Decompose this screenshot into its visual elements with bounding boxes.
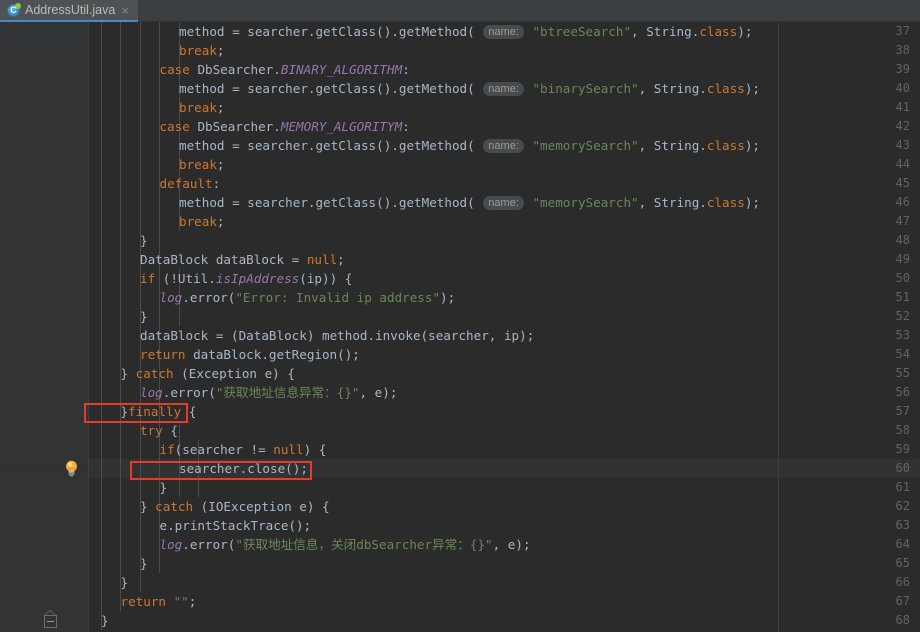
close-icon[interactable]: ×	[120, 4, 130, 17]
code-line[interactable]: dataBlock = (DataBlock) method.invoke(se…	[140, 326, 534, 345]
code-line[interactable]: method = searcher.getClass().getMethod( …	[179, 193, 760, 212]
code-line[interactable]: break;	[179, 212, 225, 231]
line-number-gutter	[0, 22, 62, 632]
code-line[interactable]: }	[121, 573, 129, 592]
editor-tab-bar: AddressUtil.java ×	[0, 0, 920, 22]
parameter-hint-badge: name:	[483, 139, 524, 153]
code-line[interactable]: }	[140, 231, 148, 250]
code-line[interactable]: searcher.close();	[179, 459, 308, 478]
editor-tab-addressutil[interactable]: AddressUtil.java ×	[0, 0, 138, 22]
code-line[interactable]: break;	[179, 98, 225, 117]
code-line[interactable]: e.printStackTrace();	[160, 516, 312, 535]
editor-tab-label: AddressUtil.java	[25, 3, 116, 17]
code-line[interactable]: }	[140, 554, 148, 573]
code-line[interactable]: break;	[179, 41, 225, 60]
code-line[interactable]: case DbSearcher.MEMORY_ALGORITYM:	[160, 117, 410, 136]
code-line[interactable]: method = searcher.getClass().getMethod( …	[179, 136, 760, 155]
code-line[interactable]: return "";	[121, 592, 197, 611]
code-line[interactable]: log.error("获取地址信息，关闭dbSearcher异常：{}", e)…	[160, 535, 531, 554]
parameter-hint-badge: name:	[483, 196, 524, 210]
code-line[interactable]: try {	[140, 421, 178, 440]
code-fold-marker-tip-inner	[45, 611, 55, 615]
code-line[interactable]: method = searcher.getClass().getMethod( …	[179, 79, 760, 98]
indent-guide	[101, 22, 102, 630]
indent-guide	[120, 22, 121, 611]
code-line[interactable]: }	[101, 611, 109, 630]
code-line[interactable]: }	[140, 307, 148, 326]
code-line[interactable]: log.error("Error: Invalid ip address");	[160, 288, 456, 307]
code-line[interactable]: default:	[160, 174, 221, 193]
code-line[interactable]: DataBlock dataBlock = null;	[140, 250, 345, 269]
code-line[interactable]: } catch (Exception e) {	[121, 364, 295, 383]
java-class-icon	[7, 2, 21, 17]
intention-lightbulb-icon[interactable]	[64, 460, 79, 477]
parameter-hint-badge: name:	[483, 25, 524, 39]
code-line[interactable]: case DbSearcher.BINARY_ALGORITHM:	[160, 60, 410, 79]
code-line[interactable]: return dataBlock.getRegion();	[140, 345, 360, 364]
code-text-area[interactable]: method = searcher.getClass().getMethod( …	[88, 22, 920, 632]
code-line[interactable]: if (!Util.isIpAddress(ip)) {	[140, 269, 352, 288]
parameter-hint-badge: name:	[483, 82, 524, 96]
code-line[interactable]: log.error("获取地址信息异常：{}", e);	[140, 383, 397, 402]
code-line[interactable]: if(searcher != null) {	[160, 440, 327, 459]
code-line[interactable]: break;	[179, 155, 225, 174]
code-line[interactable]: }finally {	[121, 402, 197, 421]
annotation-gutter[interactable]	[62, 22, 88, 632]
right-margin-guide	[778, 22, 779, 632]
ide-editor-window: AddressUtil.java × 373839404142434445464…	[0, 0, 920, 632]
code-line[interactable]: }	[160, 478, 168, 497]
code-line[interactable]: method = searcher.getClass().getMethod( …	[179, 22, 752, 41]
code-line[interactable]: } catch (IOException e) {	[140, 497, 330, 516]
code-fold-marker[interactable]	[44, 615, 57, 628]
code-editor[interactable]: 37 38 39 40 41 42 43 44 45 46 47 48 49 50 51 52 53 54 55 56…	[0, 22, 920, 632]
